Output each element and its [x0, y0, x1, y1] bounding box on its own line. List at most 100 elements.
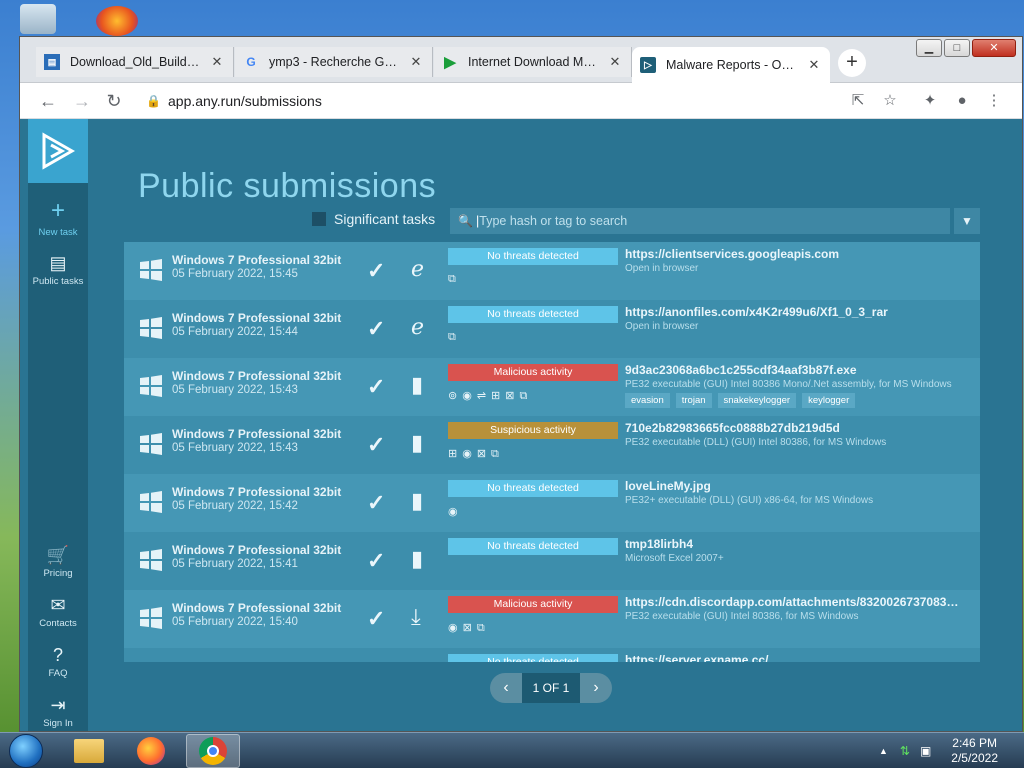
browser-window: ▤ Download_Old_Builds_5_ ✕ G ymp3 - Rech… [19, 36, 1023, 732]
new-tab-button[interactable]: + [838, 49, 866, 77]
verdict-badge: Suspicious activity [448, 422, 618, 439]
tab-internet-download-manager[interactable]: ▶ Internet Download Mana ✕ [434, 47, 632, 77]
address-toolbar: ← → ↻ 🔒 app.any.run/submissions ⇱ ☆ ✦ ● … [20, 83, 1022, 119]
task-name: tmp18lirbh4 [625, 537, 694, 551]
task-date: 05 February 2022, 15:42 [172, 500, 298, 512]
show-hidden-icons[interactable]: ▲ [879, 746, 888, 756]
minimize-button[interactable]: ▁ [916, 39, 942, 57]
task-tags: evasion trojan snakekeylogger keylogger [625, 393, 856, 408]
close-tab-icon[interactable]: ✕ [209, 54, 225, 70]
task-os: Windows 7 Professional 32bit [172, 485, 342, 499]
maximize-button[interactable]: □ [944, 39, 970, 57]
filter-button[interactable]: ▼ [954, 208, 980, 234]
windows-icon [140, 433, 162, 455]
task-name: https://server.exname.cc/ [625, 653, 769, 662]
recycle-bin-icon[interactable] [20, 4, 56, 34]
sidebar-item-new-task[interactable]: + New task [28, 197, 88, 238]
task-date: 05 February 2022, 15:40 [172, 616, 298, 628]
check-icon: ✓ [367, 258, 386, 283]
cart-icon: 🛒 [46, 545, 70, 565]
download-icon: ⤓ [411, 604, 421, 629]
verdict-badge: No threats detected [448, 480, 618, 497]
anyrun-icon: ▷ [640, 57, 656, 73]
bookmark-star-icon[interactable]: ☆ [878, 89, 902, 113]
prev-page-button[interactable]: ‹ [490, 673, 522, 703]
task-os: Windows 7 Professional 32bit [172, 427, 342, 441]
close-tab-icon[interactable]: ✕ [806, 57, 822, 73]
clock[interactable]: 2:46 PM 2/5/2022 [951, 736, 998, 766]
check-icon: ✓ [367, 374, 386, 399]
task-row[interactable]: Windows 7 Professional 32bit 05 February … [124, 590, 980, 648]
task-date: 05 February 2022, 15:43 [172, 442, 298, 454]
task-date: 05 February 2022, 15:45 [172, 268, 298, 280]
back-arrow-icon[interactable]: ← [36, 89, 60, 113]
start-button[interactable] [6, 733, 46, 768]
close-window-button[interactable]: ✕ [972, 39, 1016, 57]
taskbar-chrome[interactable] [186, 734, 240, 768]
page-title: Public submissions [138, 167, 437, 205]
tab-google-search[interactable]: G ymp3 - Recherche Googl ✕ [235, 47, 433, 77]
taskbar-explorer[interactable] [62, 734, 116, 768]
task-os: Windows 7 Professional 32bit [172, 601, 342, 615]
window-controls: ▁ □ ✕ [916, 39, 1016, 57]
activity-icons: ◉⊠⧉ [448, 622, 490, 634]
check-icon: ✓ [367, 606, 386, 631]
next-page-button[interactable]: › [580, 673, 612, 703]
task-row[interactable]: Windows 7 Professional 32bit 05 February … [124, 300, 980, 358]
task-row[interactable]: Windows 7 Professional 32bit 05 February … [124, 474, 980, 532]
tag[interactable]: trojan [675, 393, 712, 408]
significant-checkbox[interactable] [312, 212, 326, 226]
windows-icon [140, 375, 162, 397]
reload-icon[interactable]: ↻ [102, 89, 126, 113]
taskbar: ▲ ⇅ ▣ 2:46 PM 2/5/2022 [0, 732, 1024, 768]
profile-icon[interactable]: ● [950, 89, 974, 113]
significant-tasks-toggle[interactable]: Significant tasks [312, 211, 435, 227]
firefox-desktop-icon[interactable] [96, 6, 138, 36]
chrome-icon [199, 737, 227, 765]
tab-download-old-builds[interactable]: ▤ Download_Old_Builds_5_ ✕ [36, 47, 234, 77]
task-date: 05 February 2022, 15:43 [172, 384, 298, 396]
extensions-icon[interactable]: ✦ [918, 89, 942, 113]
close-tab-icon[interactable]: ✕ [607, 54, 623, 70]
task-description: PE32 executable (GUI) Intel 80386 Mono/.… [625, 379, 952, 390]
windows-icon [140, 317, 162, 339]
search-placeholder: Type hash or tag to search [479, 214, 628, 228]
sidebar-item-faq[interactable]: ? FAQ [28, 645, 88, 679]
activity-icons: ⧉ [448, 273, 461, 285]
task-row[interactable]: Windows 7 Professional 32bit 05 February … [124, 358, 980, 416]
tag[interactable]: evasion [625, 393, 670, 408]
task-description: Microsoft Excel 2007+ [625, 553, 724, 564]
task-row[interactable]: No threats detected https://server.exname… [124, 648, 980, 662]
forward-arrow-icon[interactable]: → [70, 89, 94, 113]
share-icon[interactable]: ⇱ [846, 89, 870, 113]
task-os: Windows 7 Professional 32bit [172, 369, 342, 383]
anyrun-logo[interactable] [28, 119, 88, 183]
tab-malware-reports[interactable]: ▷ Malware Reports - Online ✕ [632, 47, 830, 83]
task-date: 05 February 2022, 15:41 [172, 558, 298, 570]
tag[interactable]: snakekeylogger [717, 393, 797, 408]
tag[interactable]: keylogger [802, 393, 856, 408]
anyrun-logo-icon [42, 132, 76, 170]
network-icon[interactable]: ▣ [920, 744, 931, 758]
sidebar-item-pricing[interactable]: 🛒 Pricing [28, 545, 88, 579]
file-icon: ▤ [49, 253, 67, 273]
task-os: Windows 7 Professional 32bit [172, 543, 342, 557]
check-icon: ✓ [367, 432, 386, 457]
sidebar-item-public-tasks[interactable]: ▤ Public tasks [28, 253, 88, 287]
task-row[interactable]: Windows 7 Professional 32bit 05 February … [124, 532, 980, 590]
task-description: Open in browser [625, 263, 699, 274]
sidebar-item-contacts[interactable]: ✉ Contacts [28, 595, 88, 629]
address-bar[interactable]: 🔒 app.any.run/submissions [138, 87, 728, 115]
task-name: 9d3ac23068a6bc1c255cdf34aaf3b87f.exe [625, 363, 857, 377]
taskbar-firefox[interactable] [124, 734, 178, 768]
close-tab-icon[interactable]: ✕ [408, 54, 424, 70]
task-name: loveLineMy.jpg [625, 479, 711, 493]
search-input[interactable]: 🔍 |Type hash or tag to search [450, 208, 950, 234]
sidebar-item-sign-in[interactable]: ⇥ Sign In [28, 695, 88, 729]
task-row[interactable]: Windows 7 Professional 32bit 05 February … [124, 416, 980, 474]
menu-kebab-icon[interactable]: ⋮ [982, 89, 1006, 113]
network-activity-icon[interactable]: ⇅ [900, 744, 910, 758]
task-row[interactable]: Windows 7 Professional 32bit 05 February … [124, 242, 980, 300]
verdict-badge: No threats detected [448, 248, 618, 265]
task-os: Windows 7 Professional 32bit [172, 311, 342, 325]
